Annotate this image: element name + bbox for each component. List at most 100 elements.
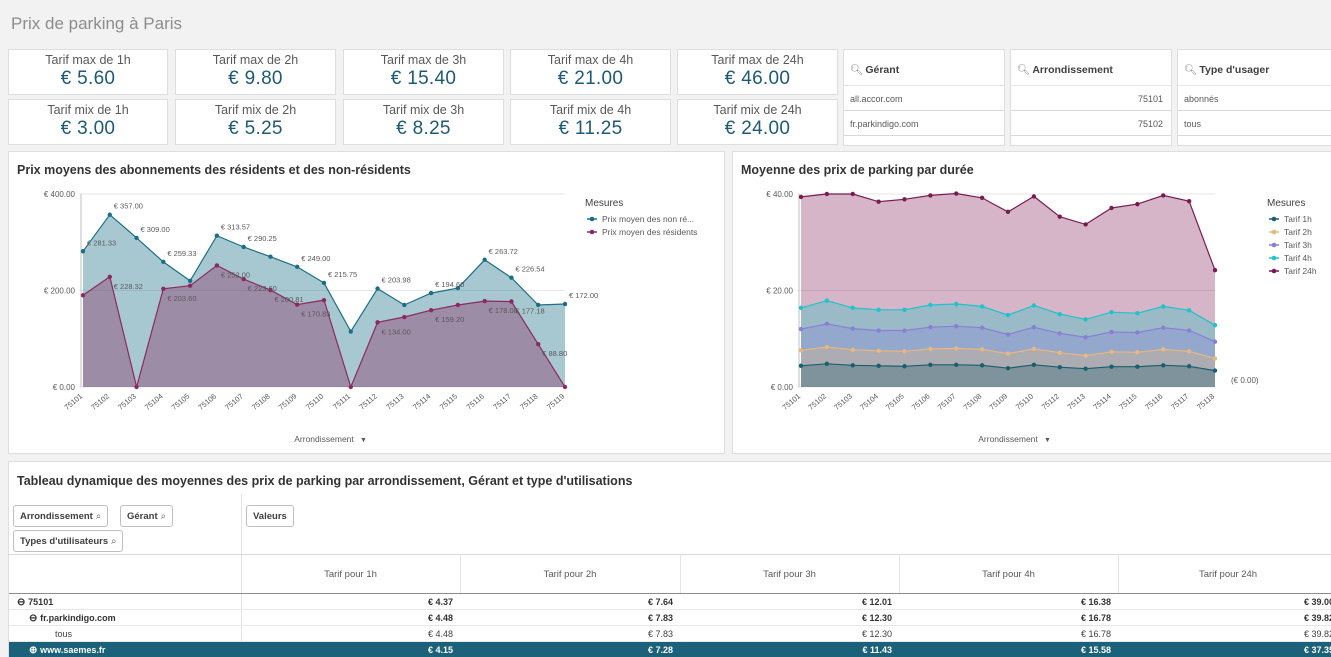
data-point — [902, 197, 907, 202]
filter-item[interactable]: abonnés — [1178, 86, 1331, 111]
legend-entry: Tarif 2h — [1284, 227, 1312, 237]
data-label: € 252.00 — [221, 270, 250, 279]
dimension-chip-types[interactable]: Types d'utilisateurs ⌕ — [13, 530, 124, 552]
data-point — [1161, 325, 1166, 330]
table-cell: € 39.82 — [1303, 613, 1331, 623]
data-point — [928, 302, 933, 308]
kpi-max-1h[interactable]: Tarif max de 1h € 5.60 — [8, 49, 168, 95]
column-header-1h[interactable]: Tarif pour 1h — [241, 569, 460, 580]
table-cell: € 7.83 — [647, 629, 673, 639]
x-tick-label: 75107 — [223, 392, 245, 412]
collapse-icon[interactable]: ⊖ — [29, 613, 40, 624]
data-point — [321, 297, 327, 303]
table-row[interactable]: ⊖ fr.parkindigo.com € 4.48 € 7.83 € 12.30 € … — [9, 610, 1331, 626]
table-cell: € 7.28 — [647, 645, 673, 655]
filter-item[interactable]: 75102 — [1011, 111, 1171, 136]
filter-item[interactable]: 75101 — [1011, 86, 1171, 111]
filter-gerant[interactable]: 🔍︎ Gérant all.accor.com fr.parkindigo.com — [843, 49, 1005, 146]
row-label-text: 75101 — [28, 597, 54, 607]
values-chip[interactable]: Valeurs — [246, 505, 294, 527]
column-header-2h[interactable]: Tarif pour 2h — [460, 569, 680, 580]
data-point — [348, 384, 353, 390]
x-tick-label: 75115 — [1117, 392, 1138, 412]
data-point — [1212, 368, 1218, 373]
data-point — [824, 361, 830, 367]
kpi-max-3h[interactable]: Tarif max de 3h € 15.40 — [343, 49, 504, 95]
dimension-chip-arrondissement[interactable]: Arrondissement ⌕ — [13, 505, 109, 527]
data-point — [1109, 349, 1114, 354]
data-point — [107, 212, 112, 217]
data-point — [954, 191, 959, 196]
expand-icon[interactable]: ⊕ — [29, 645, 40, 656]
dimension-chip-gerant[interactable]: Gérant ⌕ — [120, 505, 173, 527]
search-icon[interactable]: 🔍︎ — [1184, 64, 1197, 76]
pivot-panel[interactable]: Tableau dynamique des moyennes des prix … — [8, 461, 1331, 657]
filter-item[interactable]: all.accor.com — [844, 86, 1004, 111]
data-point — [1031, 324, 1037, 330]
data-point — [902, 349, 907, 354]
kpi-max-24h[interactable]: Tarif max de 24h € 46.00 — [677, 49, 838, 95]
filter-header[interactable]: 🔍︎ Gérant — [844, 50, 1004, 86]
filter-header[interactable]: 🔍︎ Type d'usager — [1178, 50, 1331, 86]
data-label: € 259.33 — [167, 249, 196, 258]
table-row[interactable]: ⊕ www.saemes.fr € 4.15 € 7.28 € 11.43 € 15.5… — [9, 642, 1331, 657]
data-point — [850, 347, 855, 353]
table-row[interactable]: ⊖ 75101 € 4.37 € 7.64 € 12.01 € 16.38 € 39.00 — [9, 594, 1331, 610]
kpi-min-4h[interactable]: Tarif mix de 4h € 11.25 — [510, 99, 671, 145]
kpi-value: € 3.00 — [60, 118, 116, 139]
collapse-icon[interactable]: ⊖ — [17, 597, 28, 608]
chart-panel-abonnements[interactable]: Prix moyens des abonnements des résident… — [8, 151, 725, 454]
search-icon[interactable]: ⌕ — [161, 511, 166, 522]
kpi-max-4h[interactable]: Tarif max de 4h € 21.00 — [510, 49, 671, 95]
data-point — [824, 298, 830, 303]
filter-item[interactable]: tous — [1178, 111, 1331, 136]
data-point — [1212, 339, 1218, 344]
filter-arrondissement[interactable]: 🔍︎ Arrondissement 75101 75102 — [1010, 49, 1172, 146]
kpi-min-3h[interactable]: Tarif mix de 3h € 8.25 — [343, 99, 504, 145]
column-header-3h[interactable]: Tarif pour 3h — [680, 569, 899, 580]
kpi-min-24h[interactable]: Tarif mix de 24h € 24.00 — [677, 99, 838, 145]
title-bar: Prix de parking à Paris — [0, 0, 1331, 44]
data-label: € 263.72 — [489, 247, 518, 256]
x-tick-label: 75102 — [806, 392, 828, 412]
kpi-min-2h[interactable]: Tarif mix de 2h € 5.25 — [175, 99, 336, 145]
kpi-max-2h[interactable]: Tarif max de 2h € 9.80 — [175, 49, 336, 95]
table-cell: € 7.83 — [647, 613, 673, 623]
x-tick-label: 75107 — [936, 392, 958, 412]
data-point — [1109, 310, 1114, 315]
column-header-24h[interactable]: Tarif pour 24h — [1118, 569, 1331, 580]
column-header-4h[interactable]: Tarif pour 4h — [899, 569, 1118, 580]
filter-title: Gérant — [865, 64, 900, 76]
data-point — [1186, 308, 1192, 313]
data-point — [1057, 350, 1062, 355]
kpi-value: € 5.25 — [228, 118, 283, 139]
data-point — [562, 301, 568, 307]
search-icon[interactable]: ⌕ — [111, 536, 116, 547]
table-cell: € 37.35 — [1303, 645, 1331, 655]
chevron-down-icon: ▼ — [360, 437, 367, 444]
search-icon[interactable]: ⌕ — [96, 511, 101, 522]
search-icon[interactable]: 🔍︎ — [850, 64, 863, 76]
filter-header[interactable]: 🔍︎ Arrondissement — [1011, 50, 1171, 86]
x-tick-label: 75103 — [116, 392, 138, 412]
data-point — [979, 363, 985, 368]
chart-duree[interactable]: € 40.00 € 20.00 € 0.0075101 75102 75103 75104… — [733, 152, 1331, 455]
data-point — [928, 193, 933, 198]
table-row[interactable]: tous € 4.48 € 7.83 € 12.30 € 16.78 € 39.82 — [9, 626, 1331, 642]
data-point — [428, 307, 434, 313]
kpi-min-1h[interactable]: Tarif mix de 1h € 3.00 — [8, 99, 168, 145]
data-point — [161, 286, 166, 291]
chart-abonnements[interactable]: € 400.00 € 200.00 € 0.00 € 281.33 € 357.00 € … — [9, 152, 726, 455]
chart-panel-duree[interactable]: Moyenne des prix de parking par durée € … — [732, 151, 1331, 454]
filter-type-usager[interactable]: 🔍︎ Type d'usager abonnés tous — [1177, 49, 1331, 146]
search-icon[interactable]: 🔍︎ — [1017, 64, 1030, 76]
x-tick-label: 75106 — [910, 392, 932, 412]
kpi-value: € 9.80 — [228, 68, 283, 89]
filter-item[interactable]: fr.parkindigo.com — [844, 111, 1004, 136]
y-tick-label: € 200.00 — [44, 287, 76, 296]
data-point — [187, 278, 193, 284]
data-point — [482, 298, 487, 304]
data-point — [241, 244, 246, 250]
data-label: € 249.00 — [301, 254, 330, 263]
x-tick-label: 75119 — [545, 392, 566, 412]
